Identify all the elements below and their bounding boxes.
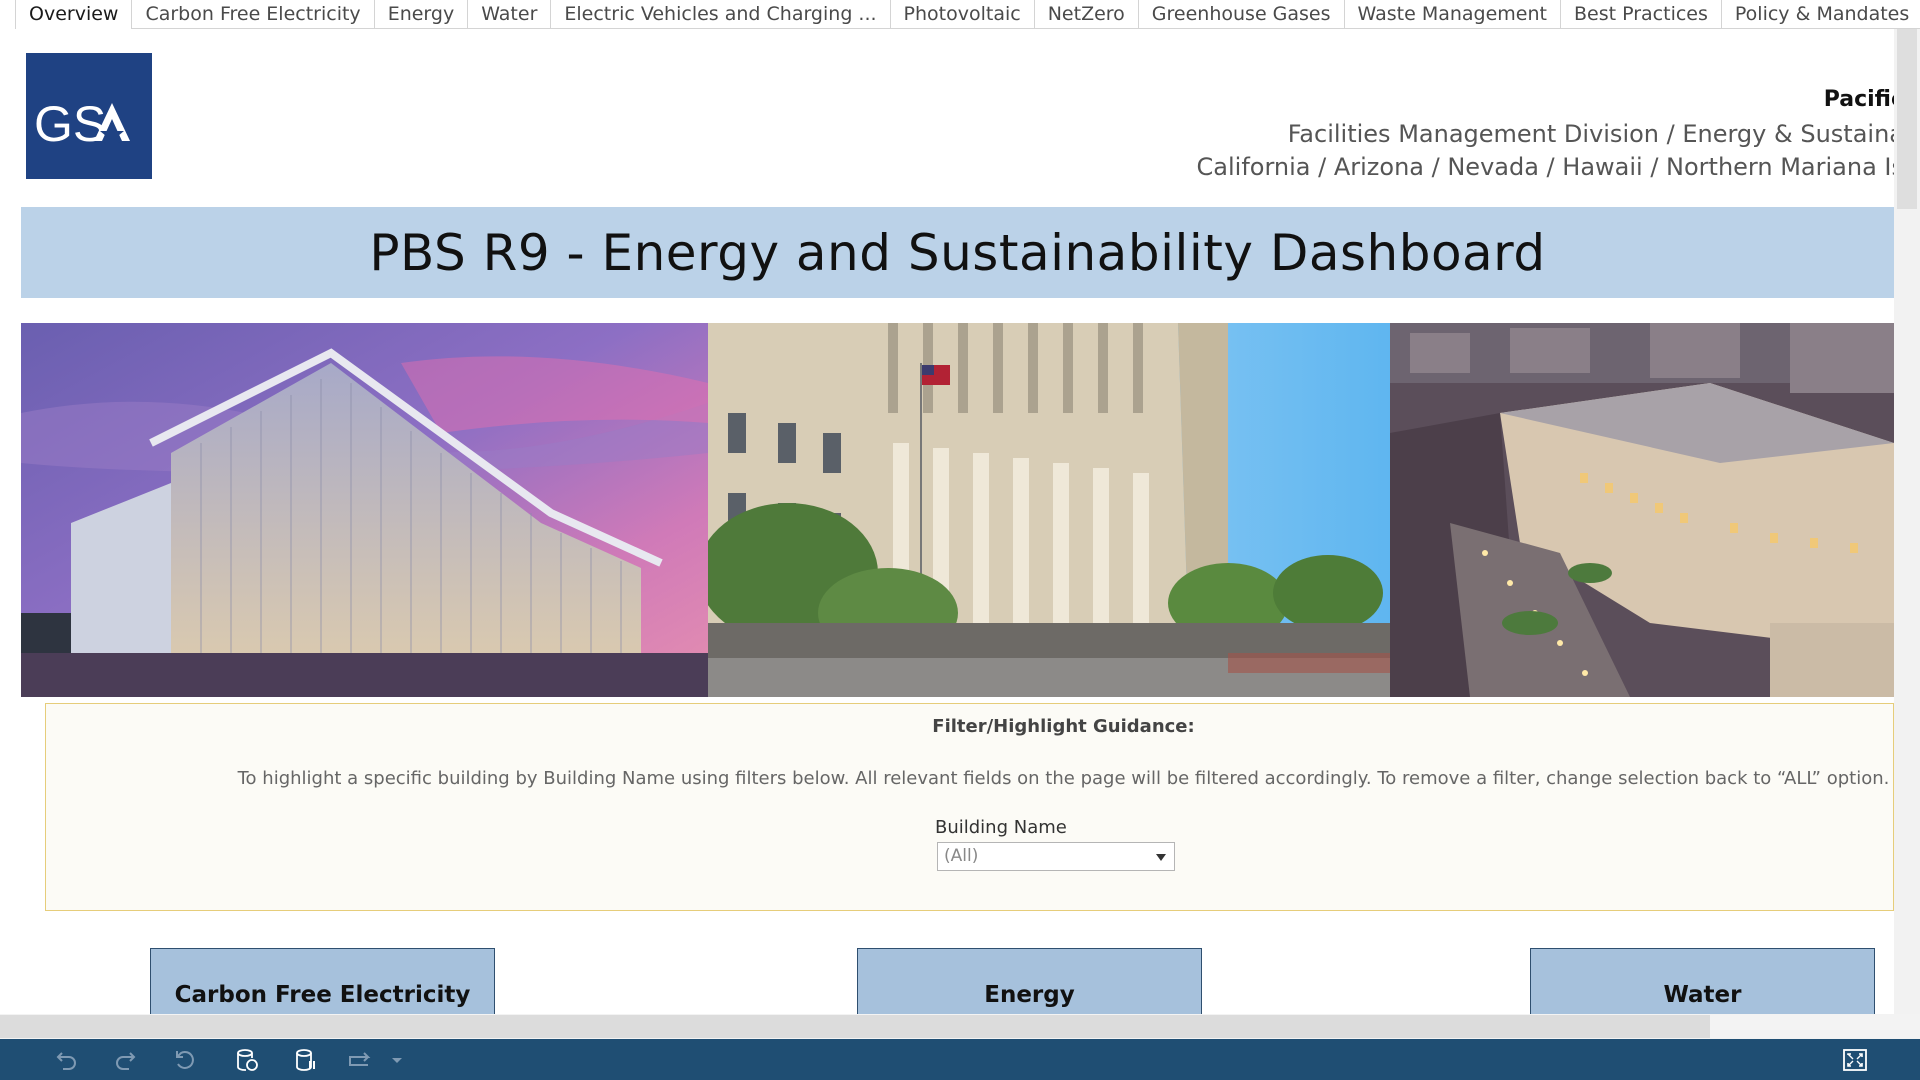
revert-icon[interactable]: [172, 1047, 198, 1073]
share-icon[interactable]: [346, 1047, 376, 1073]
tab-electric-vehicles[interactable]: Electric Vehicles and Charging ...: [551, 0, 891, 29]
tab-carbon-free-electricity[interactable]: Carbon Free Electricity: [132, 0, 375, 29]
dashboard-viewport: GS Pacific Facilities Management Divisio…: [0, 29, 1894, 1014]
tab-energy[interactable]: Energy: [375, 0, 469, 29]
tab-water[interactable]: Water: [468, 0, 552, 29]
chevron-down-icon: [1156, 854, 1166, 861]
tab-greenhouse-gases[interactable]: Greenhouse Gases: [1139, 0, 1345, 29]
tab-best-practices[interactable]: Best Practices: [1561, 0, 1722, 29]
vertical-scrollbar-thumb[interactable]: [1897, 29, 1917, 209]
refresh-data-icon[interactable]: [234, 1047, 260, 1073]
vertical-scrollbar[interactable]: [1894, 29, 1920, 1014]
building-name-filter-label: Building Name: [935, 817, 1067, 838]
share-dropdown-icon[interactable]: [390, 1047, 404, 1073]
tab-netzero[interactable]: NetZero: [1035, 0, 1139, 29]
gsa-logo: GS: [26, 53, 152, 179]
carbon-free-electricity-card[interactable]: Carbon Free Electricity: [150, 948, 495, 1014]
energy-card-label: Energy: [984, 982, 1075, 1008]
tab-photovoltaic[interactable]: Photovoltaic: [891, 0, 1035, 29]
guidance-title: Filter/Highlight Guidance:: [932, 716, 1195, 737]
carbon-free-electricity-card-label: Carbon Free Electricity: [174, 982, 471, 1008]
energy-card[interactable]: Energy: [857, 948, 1202, 1014]
building-name-filter-value: (All): [944, 846, 979, 866]
states-label: California / Arizona / Nevada / Hawaii /…: [1196, 153, 1894, 181]
tab-list: Overview Carbon Free Electricity Energy …: [15, 0, 1920, 30]
water-card[interactable]: Water: [1530, 948, 1875, 1014]
pause-updates-icon[interactable]: [293, 1047, 319, 1073]
filter-guidance-panel: Filter/Highlight Guidance: To highlight …: [45, 703, 1894, 911]
tab-bar: Overview Carbon Free Electricity Energy …: [0, 0, 1920, 30]
photo-strip: [21, 323, 1894, 697]
region-label: Pacific: [1823, 87, 1894, 112]
undo-icon[interactable]: [54, 1047, 80, 1073]
svg-text:GS: GS: [34, 96, 106, 152]
courthouse-with-flag-photo: [708, 323, 1390, 697]
guidance-text: To highlight a specific building by Buil…: [237, 768, 1890, 789]
title-band: PBS R9 - Energy and Sustainability Dashb…: [21, 207, 1894, 298]
tab-policy-mandates[interactable]: Policy & Mandates: [1722, 0, 1920, 29]
horizontal-scrollbar-thumb[interactable]: [0, 1015, 1710, 1038]
fullscreen-icon[interactable]: [1842, 1047, 1868, 1073]
dashboard-title: PBS R9 - Energy and Sustainability Dashb…: [369, 224, 1546, 282]
bottom-toolbar: [0, 1039, 1920, 1080]
water-card-label: Water: [1663, 982, 1742, 1008]
division-label: Facilities Management Division / Energy …: [1287, 120, 1894, 148]
redo-icon[interactable]: [112, 1047, 138, 1073]
tab-overview[interactable]: Overview: [15, 0, 133, 30]
horizontal-scrollbar[interactable]: [0, 1014, 1920, 1039]
modern-glass-federal-building-photo: [21, 323, 708, 697]
tab-waste-management[interactable]: Waste Management: [1345, 0, 1561, 29]
aerial-civic-center-photo: [1390, 323, 1894, 697]
building-name-filter-dropdown[interactable]: (All): [937, 842, 1175, 871]
